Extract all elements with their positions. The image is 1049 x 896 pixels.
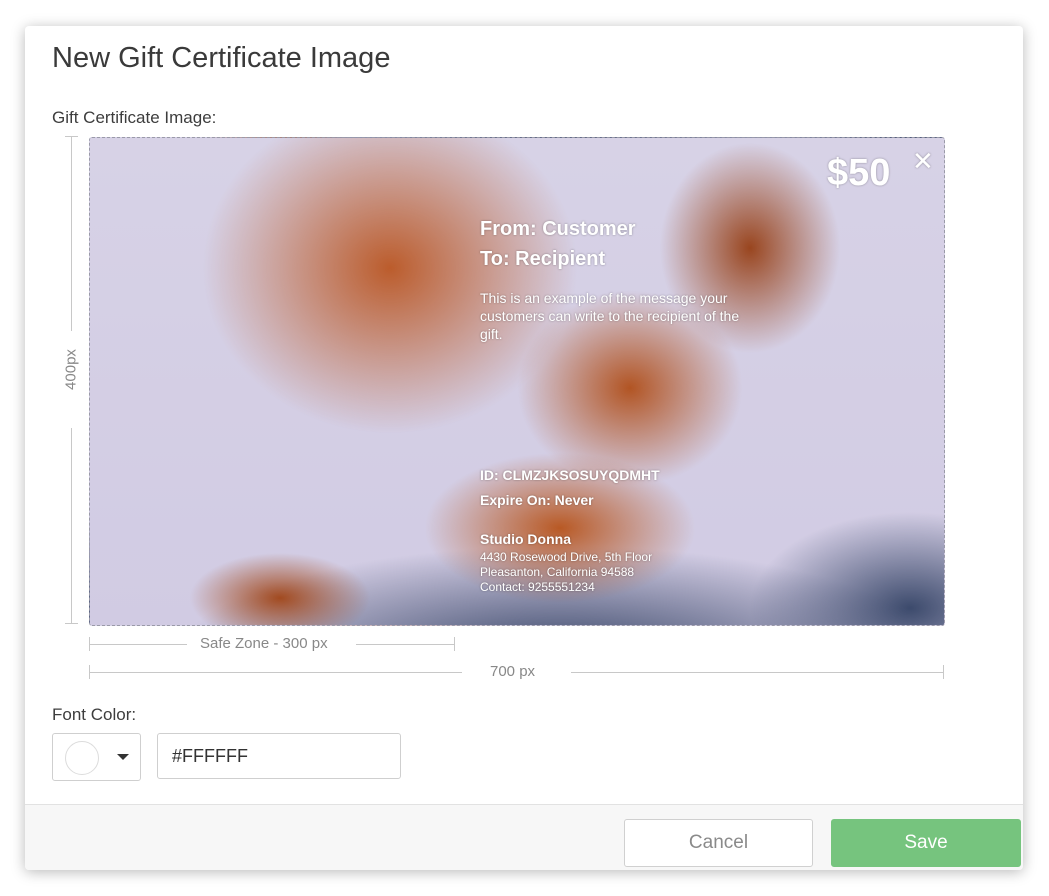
certificate-message: This is an example of the message your c… <box>480 290 740 342</box>
modal-title: New Gift Certificate Image <box>52 42 391 74</box>
color-swatch <box>65 741 99 775</box>
width-ruler-line-left <box>89 672 462 673</box>
business-contact: Contact: 9255551234 <box>480 580 595 594</box>
height-ruler-line-top <box>71 136 72 331</box>
font-color-label: Font Color: <box>52 705 137 724</box>
cancel-button[interactable]: Cancel <box>624 819 813 867</box>
modal-footer: Cancel Save <box>25 804 1023 870</box>
save-button[interactable]: Save <box>831 819 1021 867</box>
height-ruler-label: 400px <box>62 349 80 390</box>
height-ruler-line-bottom <box>71 428 72 624</box>
gift-certificate-preview[interactable]: $50 ✕ From: Customer To: Recipient This … <box>89 137 945 626</box>
font-color-hex-input[interactable] <box>157 733 401 779</box>
certificate-id: ID: CLMZJKSOSUYQDMHT <box>480 467 660 483</box>
close-icon[interactable]: ✕ <box>912 148 934 174</box>
business-address-line2: Pleasanton, California 94588 <box>480 565 635 579</box>
certificate-amount: $50 <box>827 152 891 194</box>
height-ruler-bottom-tick <box>65 623 78 624</box>
caret-down-icon <box>117 754 129 760</box>
width-ruler-label: 700 px <box>490 663 536 680</box>
font-color-picker-button[interactable] <box>52 733 141 781</box>
certificate-expiration: Expire On: Never <box>480 492 594 508</box>
width-ruler-line-right <box>571 672 943 673</box>
certificate-from: From: Customer <box>480 218 636 240</box>
safe-zone-line-left <box>89 644 187 645</box>
business-address-line1: 4430 Rosewood Drive, 5th Floor <box>480 550 653 564</box>
gift-certificate-image-label: Gift Certificate Image: <box>52 108 217 127</box>
certificate-to: To: Recipient <box>480 248 606 270</box>
safe-zone-right-tick <box>454 637 455 651</box>
business-name: Studio Donna <box>480 531 571 547</box>
safe-zone-label: Safe Zone - 300 px <box>200 635 328 652</box>
new-gift-certificate-modal: New Gift Certificate Image Gift Certific… <box>25 26 1023 870</box>
safe-zone-line-right <box>356 644 454 645</box>
width-ruler-right-tick <box>943 665 944 679</box>
